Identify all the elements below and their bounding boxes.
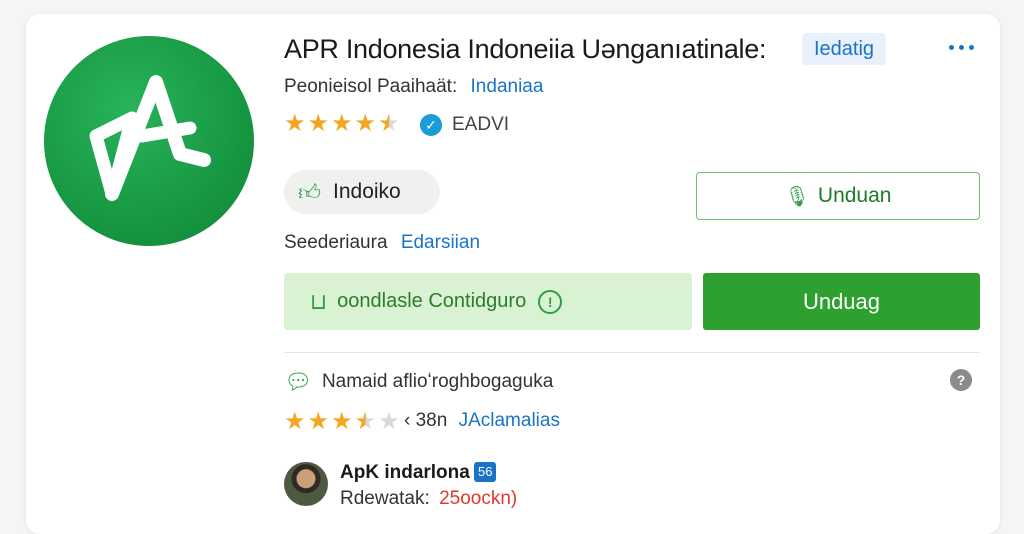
more-options-icon[interactable]: [942, 38, 980, 56]
star-icon: ★: [307, 408, 330, 435]
thumbs-up-icon: 👍︎: [298, 179, 321, 205]
review-rating-stars: ★ ★ ★ ★ ★: [284, 410, 400, 434]
secondary-download-label: Unduan: [817, 184, 892, 207]
title-badge[interactable]: Iedatig: [802, 33, 887, 65]
install-config-label: oondlasle Contidguro: [337, 290, 527, 312]
size-row: Seederiaura Edarsiian: [284, 232, 480, 254]
star-icon: ★: [331, 110, 353, 137]
review-count: ‹ 38n: [404, 410, 448, 431]
star-icon: ★: [284, 408, 306, 435]
developer-row: Peonieisol Paaihaät: Indaniaa: [284, 76, 543, 98]
microphone-icon: 🎙︎: [784, 185, 810, 208]
verified-check-icon: ✓: [420, 114, 442, 136]
secondary-download-button[interactable]: 🎙︎ Unduan: [696, 172, 980, 220]
verified-label: EADVI: [452, 114, 510, 135]
like-chip[interactable]: 👍︎ Indoiko: [284, 170, 440, 214]
star-icon: ★: [331, 408, 353, 435]
star-half-icon: ★: [354, 408, 377, 435]
reviewer-badge: 56: [474, 462, 497, 482]
app-title: APR Indonesia Indoneiia Uənganıatinale:: [284, 34, 767, 64]
developer-link[interactable]: Indaniaa: [471, 76, 544, 97]
reviewer-meta-label: Rdewatak:: [340, 488, 430, 509]
app-rating-stars: ★ ★ ★ ★ ★: [284, 112, 400, 136]
star-icon: ★: [284, 110, 306, 137]
review-header-label: Namaid aflioʻroghbogaguka: [321, 371, 554, 392]
install-config-button[interactable]: ⊔ oondlasle Contidguro !: [284, 273, 692, 330]
reviewer-meta-count: 25oockn): [439, 488, 518, 509]
star-empty-icon: ★: [378, 408, 400, 435]
reviewer-name[interactable]: ApK indarlona: [340, 462, 470, 484]
star-half-icon: ★: [378, 110, 400, 137]
review-header: 💬︎ Namaid aflioʻroghbogaguka: [284, 369, 553, 395]
install-icon: ⊔: [310, 288, 328, 314]
developer-label: Peonieisol Paaihaät:: [284, 76, 458, 97]
star-icon: ★: [307, 110, 330, 137]
review-rating-text: ‹ 38n JAclamalias: [404, 410, 560, 432]
chat-bubbles-icon: 💬︎: [284, 369, 312, 394]
info-icon: !: [538, 289, 563, 314]
reviewer-meta: Rdewatak: 25oockn): [340, 488, 517, 510]
review-link[interactable]: JAclamalias: [459, 410, 560, 431]
help-icon[interactable]: ?: [950, 369, 972, 391]
app-logo-icon[interactable]: [44, 36, 254, 246]
download-button[interactable]: Unduag: [703, 273, 980, 330]
size-link[interactable]: Edarsiian: [401, 232, 480, 253]
like-chip-label: Indoiko: [333, 180, 401, 203]
avatar[interactable]: [284, 462, 328, 506]
size-label: Seederiaura: [284, 232, 388, 253]
star-icon: ★: [354, 110, 377, 137]
divider: [284, 352, 980, 353]
